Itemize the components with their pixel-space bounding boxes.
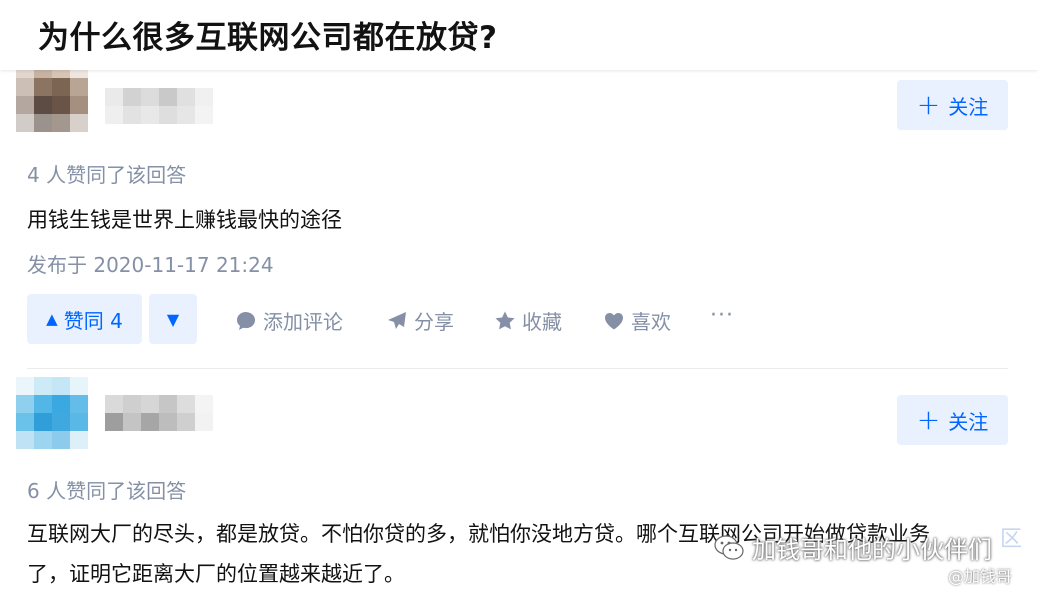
star-icon <box>495 311 515 329</box>
watermark: 加钱哥和他的小伙伴们 <box>712 530 992 565</box>
wechat-icon <box>714 534 744 560</box>
vote-down-button[interactable]: ▼ <box>149 294 197 344</box>
watermark-text: 加钱哥和他的小伙伴们 <box>752 536 992 564</box>
collect-label: 收藏 <box>522 310 562 334</box>
username-blurred[interactable] <box>105 88 215 124</box>
voters-count[interactable]: 4 人赞同了该回答 <box>27 159 186 188</box>
vote-up-label: 赞同 4 <box>63 308 123 333</box>
more-icon[interactable]: ··· <box>710 303 734 328</box>
avatar[interactable] <box>16 60 88 132</box>
follow-button[interactable]: + 关注 <box>897 80 1008 130</box>
like-label: 喜欢 <box>631 310 671 334</box>
answer-content-line-2: 了，证明它距离大厂的位置越来越近了。 <box>27 562 405 586</box>
vote-up-button[interactable]: ▲ 赞同 4 <box>27 294 142 344</box>
triangle-down-icon: ▼ <box>166 309 180 329</box>
comment-button[interactable]: 添加评论 <box>235 306 343 335</box>
question-header: 为什么很多互联网公司都在放贷? <box>0 0 1038 70</box>
comment-bubble-icon <box>237 311 255 330</box>
plus-icon: + <box>916 88 941 121</box>
collect-button[interactable]: 收藏 <box>494 306 562 335</box>
heart-icon <box>605 312 623 329</box>
share-label: 分享 <box>414 310 454 334</box>
share-button[interactable]: 分享 <box>386 306 454 335</box>
avatar[interactable] <box>16 377 88 449</box>
follow-label: 关注 <box>948 409 989 434</box>
comment-label: 添加评论 <box>263 310 343 334</box>
voters-count[interactable]: 6 人赞同了该回答 <box>27 475 186 504</box>
question-title: 为什么很多互联网公司都在放贷? <box>38 20 498 56</box>
watermark-ghost-text: 区 <box>1000 527 1023 552</box>
divider <box>27 368 1008 369</box>
like-button[interactable]: 喜欢 <box>603 306 671 335</box>
paper-plane-icon <box>388 311 406 329</box>
plus-icon: + <box>916 403 941 436</box>
publish-time[interactable]: 发布于 2020-11-17 21:24 <box>27 249 274 278</box>
triangle-up-icon: ▲ <box>46 310 58 328</box>
follow-button[interactable]: + 关注 <box>897 395 1008 445</box>
answer-content: 用钱生钱是世界上赚钱最快的途径 <box>27 208 342 232</box>
follow-label: 关注 <box>948 94 989 119</box>
username-blurred[interactable] <box>105 395 215 431</box>
watermark-handle: @加钱哥 <box>948 567 1013 586</box>
